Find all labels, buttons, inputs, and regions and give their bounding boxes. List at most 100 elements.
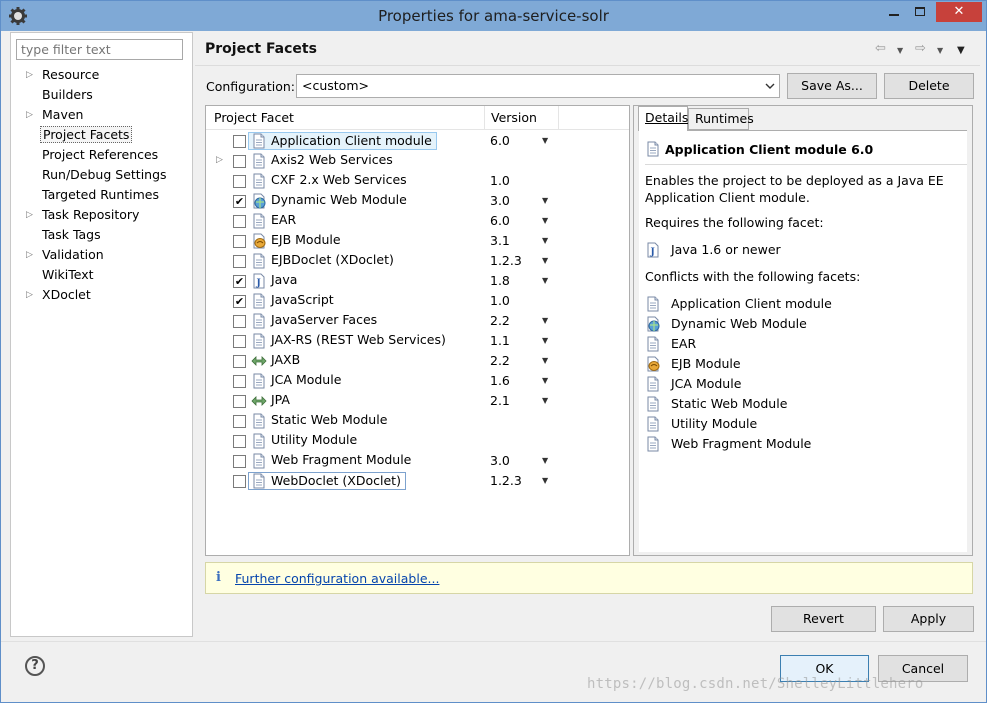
configuration-select[interactable]: <custom>: [296, 74, 780, 98]
table-row[interactable]: ✔ JavaScript 1.0: [206, 291, 629, 311]
sidebar-item[interactable]: Targeted Runtimes: [11, 185, 191, 205]
facet-checkbox[interactable]: [233, 135, 246, 148]
facet-checkbox[interactable]: [233, 315, 246, 328]
table-row[interactable]: JCA Module 1.6 ▼: [206, 371, 629, 391]
table-row[interactable]: Static Web Module: [206, 411, 629, 431]
table-row[interactable]: JAXB 2.2 ▼: [206, 351, 629, 371]
facet-checkbox[interactable]: [233, 435, 246, 448]
expand-arrow-icon[interactable]: ▷: [26, 105, 33, 125]
facet-version[interactable]: 1.0: [490, 292, 510, 310]
version-dropdown-icon[interactable]: ▼: [542, 393, 548, 409]
expand-arrow-icon[interactable]: ▷: [26, 205, 33, 225]
facet-version[interactable]: 1.1: [490, 332, 510, 350]
sidebar-item[interactable]: Project References: [11, 145, 191, 165]
facet-version[interactable]: 3.0: [490, 452, 510, 470]
title-bar[interactable]: Properties for ama-service-solr ✕: [1, 1, 986, 31]
back-arrow-icon[interactable]: ⇦: [875, 41, 886, 56]
version-dropdown-icon[interactable]: ▼: [542, 213, 548, 229]
facet-checkbox[interactable]: [233, 455, 246, 468]
version-dropdown-icon[interactable]: ▼: [542, 313, 548, 329]
version-dropdown-icon[interactable]: ▼: [542, 133, 548, 149]
version-dropdown-icon[interactable]: ▼: [542, 453, 548, 469]
facet-checkbox[interactable]: [233, 255, 246, 268]
table-row[interactable]: EJBDoclet (XDoclet) 1.2.3 ▼: [206, 251, 629, 271]
revert-button[interactable]: Revert: [771, 606, 876, 632]
table-row[interactable]: Application Client module 6.0 ▼: [206, 131, 629, 151]
view-menu-icon[interactable]: ▼: [957, 45, 965, 56]
column-header-facet[interactable]: Project Facet: [206, 106, 485, 130]
facet-checkbox[interactable]: [233, 235, 246, 248]
minimize-button[interactable]: [881, 2, 907, 22]
version-dropdown-icon[interactable]: ▼: [542, 273, 548, 289]
forward-history-dropdown-icon[interactable]: ▼: [937, 46, 943, 55]
facet-checkbox[interactable]: [233, 395, 246, 408]
version-dropdown-icon[interactable]: ▼: [542, 353, 548, 369]
version-dropdown-icon[interactable]: ▼: [542, 233, 548, 249]
facet-version[interactable]: 2.2: [490, 312, 510, 330]
facet-version[interactable]: 1.8: [490, 272, 510, 290]
facet-version[interactable]: 1.0: [490, 172, 510, 190]
apply-button[interactable]: Apply: [883, 606, 974, 632]
table-row[interactable]: JPA 2.1 ▼: [206, 391, 629, 411]
table-row[interactable]: CXF 2.x Web Services 1.0: [206, 171, 629, 191]
facet-checkbox[interactable]: [233, 175, 246, 188]
table-row[interactable]: ✔ Java J 1.8 ▼: [206, 271, 629, 291]
table-row[interactable]: Web Fragment Module 3.0 ▼: [206, 451, 629, 471]
sidebar-item[interactable]: Project Facets: [11, 125, 191, 145]
facet-version[interactable]: 2.2: [490, 352, 510, 370]
filter-input[interactable]: [16, 39, 183, 60]
facet-checkbox[interactable]: [233, 155, 246, 168]
facet-version[interactable]: 1.2.3: [490, 472, 522, 490]
table-row[interactable]: ▷ Axis2 Web Services: [206, 151, 629, 171]
table-row[interactable]: WebDoclet (XDoclet) 1.2.3 ▼: [206, 471, 629, 491]
delete-button[interactable]: Delete: [884, 73, 974, 99]
further-configuration-link[interactable]: Further configuration available...: [235, 571, 439, 586]
expand-arrow-icon[interactable]: ▷: [216, 155, 223, 165]
sidebar-item[interactable]: ▷ XDoclet: [11, 285, 191, 305]
sidebar-item[interactable]: ▷ Resource: [11, 65, 191, 85]
facet-version[interactable]: 6.0: [490, 132, 510, 150]
sidebar-item[interactable]: ▷ Maven: [11, 105, 191, 125]
facet-version[interactable]: 3.1: [490, 232, 510, 250]
sidebar-item[interactable]: Builders: [11, 85, 191, 105]
table-row[interactable]: JavaServer Faces 2.2 ▼: [206, 311, 629, 331]
facet-checkbox[interactable]: [233, 355, 246, 368]
version-dropdown-icon[interactable]: ▼: [542, 193, 548, 209]
expand-arrow-icon[interactable]: ▷: [26, 245, 33, 265]
help-icon[interactable]: ?: [25, 656, 45, 676]
facet-checkbox[interactable]: [233, 415, 246, 428]
facet-version[interactable]: 3.0: [490, 192, 510, 210]
sidebar-item[interactable]: Run/Debug Settings: [11, 165, 191, 185]
facet-version[interactable]: 6.0: [490, 212, 510, 230]
close-button[interactable]: ✕: [936, 2, 982, 22]
sidebar-item[interactable]: ▷ Validation: [11, 245, 191, 265]
version-dropdown-icon[interactable]: ▼: [542, 333, 548, 349]
sidebar-item[interactable]: Task Tags: [11, 225, 191, 245]
facet-checkbox[interactable]: [233, 335, 246, 348]
column-header-version[interactable]: Version: [485, 106, 559, 130]
tab-details[interactable]: Details: [638, 106, 688, 131]
table-row[interactable]: EAR 6.0 ▼: [206, 211, 629, 231]
version-dropdown-icon[interactable]: ▼: [542, 473, 548, 489]
table-row[interactable]: EJB Module 3.1 ▼: [206, 231, 629, 251]
facet-version[interactable]: 1.6: [490, 372, 510, 390]
back-history-dropdown-icon[interactable]: ▼: [897, 46, 903, 55]
save-as-button[interactable]: Save As...: [787, 73, 877, 99]
maximize-button[interactable]: [907, 2, 933, 22]
sidebar-item[interactable]: ▷ Task Repository: [11, 205, 191, 225]
facet-checkbox[interactable]: [233, 375, 246, 388]
facet-checkbox[interactable]: ✔: [233, 195, 246, 208]
version-dropdown-icon[interactable]: ▼: [542, 253, 548, 269]
sidebar-item[interactable]: WikiText: [11, 265, 191, 285]
facet-checkbox[interactable]: [233, 215, 246, 228]
forward-arrow-icon[interactable]: ⇨: [915, 41, 926, 56]
table-row[interactable]: Utility Module: [206, 431, 629, 451]
expand-arrow-icon[interactable]: ▷: [26, 285, 33, 305]
tab-runtimes[interactable]: Runtimes: [688, 108, 754, 130]
facet-checkbox[interactable]: [233, 475, 246, 488]
expand-arrow-icon[interactable]: ▷: [26, 65, 33, 85]
table-row[interactable]: ✔ Dynamic Web Module 3.0 ▼: [206, 191, 629, 211]
version-dropdown-icon[interactable]: ▼: [542, 373, 548, 389]
facet-checkbox[interactable]: ✔: [233, 295, 246, 308]
facet-version[interactable]: 2.1: [490, 392, 510, 410]
